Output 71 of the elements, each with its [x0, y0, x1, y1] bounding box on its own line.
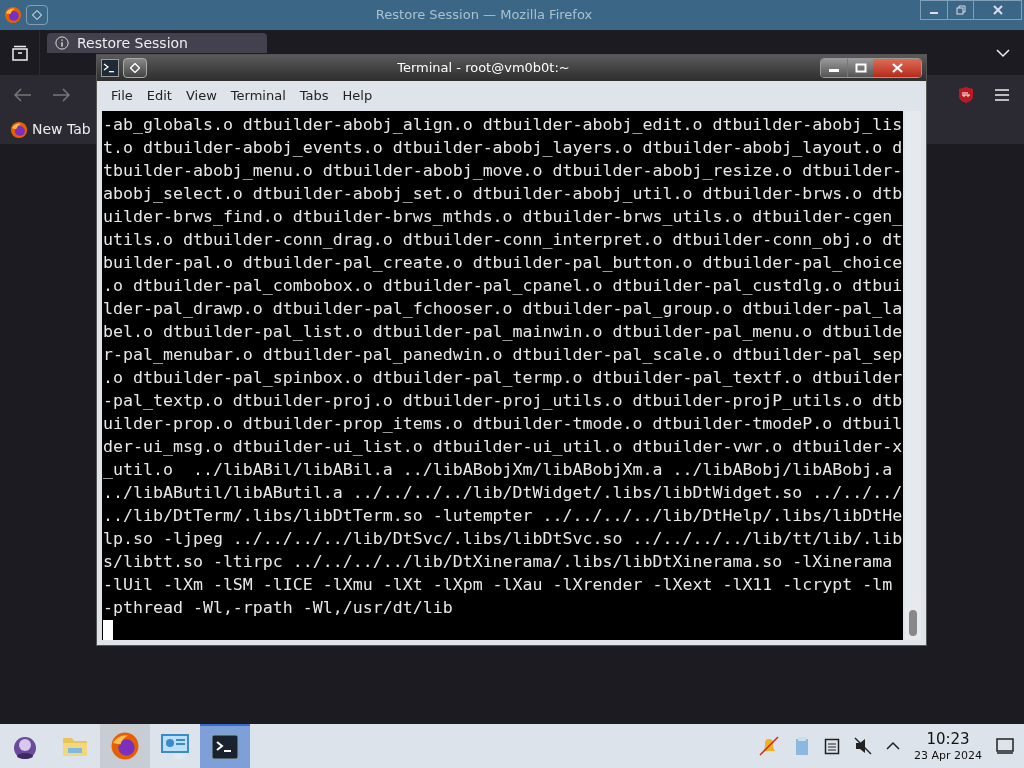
browser-tab[interactable]: Restore Session	[47, 33, 267, 53]
chevron-up-icon[interactable]	[886, 741, 900, 751]
menu-item[interactable]: Help	[336, 86, 379, 106]
terminal-line: ../lib/DtTerm/.libs/libDtTerm.so -lutempter ../../../../lib/DtHelp/.libs/libDtHe	[103, 505, 903, 527]
tab-label: Restore Session	[77, 33, 188, 53]
bell-off-icon[interactable]	[758, 736, 780, 756]
terminal-line: t.o dtbuilder-abobj_events.o dtbuilder-abobj_layers.o dtbuilder-abobj_layout.o d	[103, 137, 903, 159]
clock-date: 23 Apr 2024	[914, 748, 982, 763]
clipboard-icon[interactable]	[794, 736, 810, 756]
terminal-line: lp.so -ljpeg ../../../../lib/DtSvc/.libs/libDtSvc.so ../../../../lib/tt/lib/.lib	[103, 528, 903, 550]
terminal-line: uilder-brws_find.o dtbuilder-brws_mthds.o dtbuilder-brws_utils.o dtbuilder-cgen_	[103, 206, 903, 228]
terminal-line: ../libAButil/libAButil.a ../../../../lib/DtWidget/.libs/libDtWidget.so ../../../	[103, 482, 903, 504]
taskbar-app[interactable]	[200, 724, 250, 768]
menu-item[interactable]: File	[105, 86, 139, 106]
window-title: Restore Session — Mozilla Firefox	[374, 6, 594, 25]
terminal-line: _util.o ../libABil/libABil.a ../libABobjXm/libABobjXm.a ../libABobj/libABobj.a	[103, 459, 894, 481]
info-icon	[55, 36, 69, 50]
terminal-line: abobj_select.o dtbuilder-abobj_set.o dtbuilder-abobj_util.o dtbuilder-brws.o dtb	[103, 183, 903, 205]
notes-icon[interactable]	[824, 737, 840, 755]
terminal-line: -ab_globals.o dtbuilder-abobj_align.o dtbuilder-abobj_edit.o dtbuilder-abobj_lis	[103, 114, 903, 136]
terminal-line: der-ui_msg.o dtbuilder-ui_list.o dtbuilder-ui_util.o dtbuilder-vwr.o dtbuilder-x	[103, 436, 903, 458]
terminal-icon	[211, 734, 239, 760]
taskbar-app[interactable]	[100, 724, 150, 768]
diamond-icon	[130, 62, 140, 73]
shield-icon[interactable]	[958, 86, 974, 104]
tray-icon	[10, 44, 29, 61]
diamond-icon	[32, 10, 42, 20]
close-icon	[891, 62, 903, 73]
terminal-line: tbuilder-abobj_menu.o dtbuilder-abobj_move.o dtbuilder-abobj_resize.o dtbuilder-	[103, 160, 903, 182]
scrollbar-thumb[interactable]	[909, 610, 917, 636]
back-icon[interactable]	[14, 88, 32, 102]
menu-item[interactable]: Edit	[140, 86, 178, 106]
terminal-line: .o dtbuilder-pal_combobox.o dtbuilder-pal_cpanel.o dtbuilder-pal_custdlg.o dtbui	[103, 275, 903, 297]
show-desktop-icon[interactable]	[996, 738, 1014, 754]
terminal-line: bel.o dtbuilder-pal_list.o dtbuilder-pal_mainwin.o dtbuilder-pal_menu.o dtbuilde	[103, 321, 903, 343]
terminal-line: .o dtbuilder-pal_spinbox.o dtbuilder-pal_termp.o dtbuilder-pal_textf.o dtbuilder	[103, 367, 903, 389]
minimize-button[interactable]	[821, 58, 847, 77]
menu-item[interactable]: Tabs	[293, 86, 335, 106]
monitor-icon	[159, 731, 191, 761]
menu-item[interactable]: View	[179, 86, 223, 106]
clock-time: 10:23	[926, 729, 970, 749]
minimize-icon	[930, 12, 938, 14]
terminal-line: -pal_textp.o dtbuilder-proj.o dtbuilder-proj_utils.o dtbuilder-projP_utils.o dtb	[103, 390, 903, 412]
menu-icon[interactable]	[994, 88, 1010, 102]
terminal-line: s/libtt.so -ltirpc ../../../../lib/DtXinerama/.libs/libDtXinerama.so -lXinerama	[103, 551, 894, 573]
menu-item[interactable]: Terminal	[224, 86, 292, 106]
text-cursor	[103, 620, 113, 640]
terminal-line: builder-pal.o dtbuilder-pal_create.o dtbuilder-pal_button.o dtbuilder-pal_choice	[103, 252, 903, 274]
bookmark-item[interactable]: New Tab	[10, 119, 91, 140]
restore-icon	[955, 5, 966, 15]
maximize-icon	[854, 62, 867, 73]
window-title: Terminal - root@vm0b0t:~	[396, 59, 571, 77]
terminal-line: lder-pal_drawp.o dtbuilder-pal_fchooser.o dtbuilder-pal_group.o dtbuilder-pal_la	[103, 298, 903, 320]
browser-icon	[110, 731, 140, 761]
browser-icon	[10, 120, 28, 139]
maximize-button[interactable]	[847, 58, 873, 77]
terminal-icon	[101, 58, 119, 77]
scrollbar[interactable]	[905, 111, 921, 640]
terminal-line: -lUil -lXm -lSM -lICE -lXmu -lXt -lXpm -lXau -lXrender -lXext -lX11 -lcrypt -lm	[103, 574, 894, 596]
terminal-line: -pthread -Wl,-rpath -Wl,/usr/dt/lib	[103, 597, 454, 619]
terminal-line: uilder-prop.o dtbuilder-prop_items.o dtbuilder-tmode.o dtbuilder-tmodeP.o dtbuil	[103, 413, 903, 435]
browser-icon	[4, 6, 22, 24]
volume-muted-icon[interactable]	[854, 737, 872, 755]
chevron-down-icon[interactable]	[996, 47, 1010, 58]
terminal-line: utils.o dtbuilder-conn_drag.o dtbuilder-conn_interpret.o dtbuilder-conn_obj.o dt	[103, 229, 903, 251]
window-menu-button[interactable]	[123, 57, 147, 78]
close-button[interactable]	[873, 58, 921, 77]
close-icon	[992, 5, 1003, 15]
minimize-icon	[829, 69, 839, 73]
forward-icon[interactable]	[52, 88, 70, 102]
terminal-line: r-pal_menubar.o dtbuilder-pal_panedwin.o dtbuilder-pal_scale.o dtbuilder-pal_sep	[103, 344, 903, 366]
